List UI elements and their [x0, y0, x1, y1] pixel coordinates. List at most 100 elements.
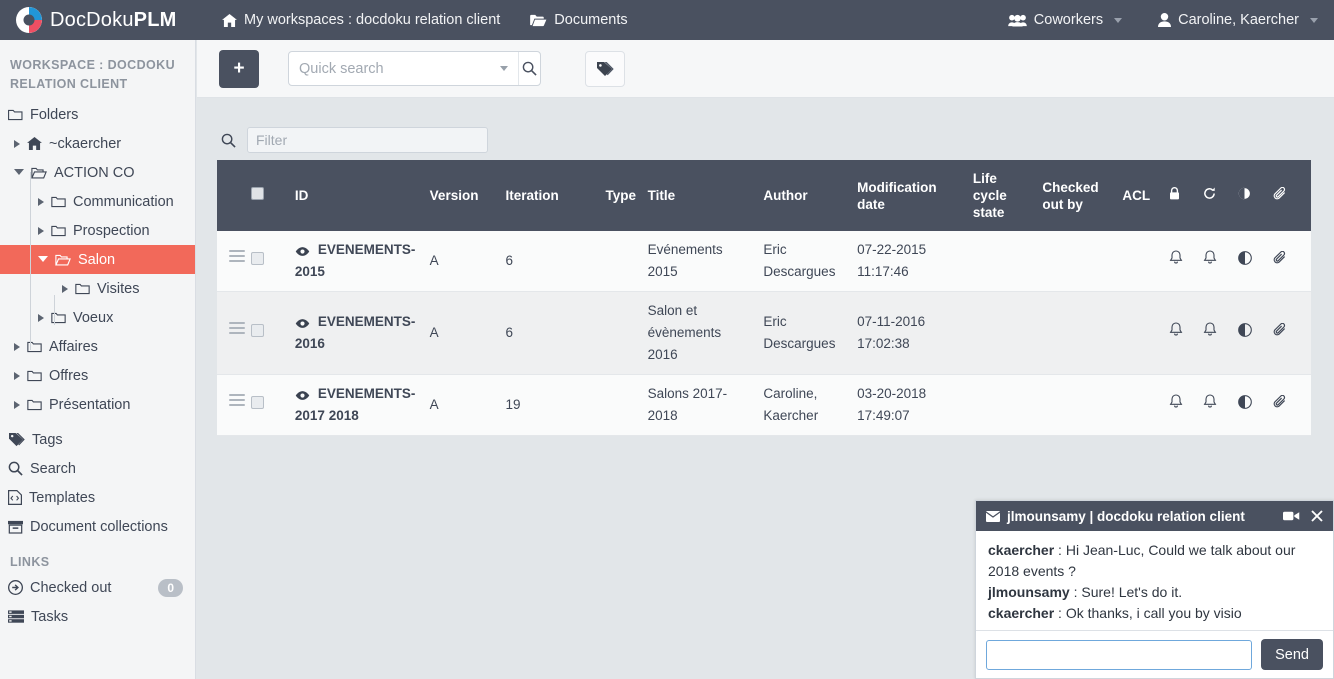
th-author[interactable]: Author	[763, 160, 858, 231]
globe-icon[interactable]	[1238, 323, 1253, 337]
paperclip-icon[interactable]	[1273, 323, 1287, 337]
cell-paperclip-action[interactable]	[1272, 374, 1311, 436]
th-acl[interactable]: ACL	[1122, 160, 1169, 231]
search-icon	[8, 461, 23, 476]
globe-icon[interactable]	[1238, 395, 1253, 409]
bell-icon[interactable]	[1169, 394, 1183, 409]
bell-icon[interactable]	[1169, 322, 1183, 337]
select-all-checkbox[interactable]	[250, 187, 264, 200]
th-id[interactable]: ID	[294, 160, 430, 231]
nav-coworkers[interactable]: Coworkers	[1008, 12, 1123, 28]
bell-icon[interactable]	[1203, 250, 1217, 265]
chat-message-list: ckaercher : Hi Jean-Luc, Could we talk a…	[976, 531, 1333, 630]
sidebar-folder-pr-sentation[interactable]: Présentation	[0, 390, 195, 419]
row-drag-handle[interactable]	[217, 231, 251, 292]
cell-id[interactable]: EVENEMENTS-2015	[294, 231, 430, 292]
cell-id[interactable]: EVENEMENTS-2017 2018	[294, 374, 430, 436]
table-row[interactable]: EVENEMENTS-2015 A 6 Evénements 2015 Eric Des…	[217, 231, 1311, 292]
chevron-right-icon[interactable]	[14, 371, 20, 380]
row-drag-handle[interactable]	[217, 291, 251, 375]
nav-user-menu[interactable]: Caroline, Kaercher	[1158, 12, 1318, 28]
sidebar-item-document-collections[interactable]: Document collections	[0, 512, 195, 541]
sidebar-folder-ckaercher[interactable]: ~ckaercher	[0, 129, 195, 158]
drag-handle-icon[interactable]	[229, 394, 245, 409]
sidebar-item-search[interactable]: Search	[0, 454, 195, 483]
filter-input[interactable]	[247, 127, 488, 153]
chevron-down-icon[interactable]	[38, 255, 48, 262]
row-drag-handle[interactable]	[217, 374, 251, 436]
th-checked-out-by[interactable]: Checked out by	[1042, 160, 1123, 231]
close-icon[interactable]	[1311, 510, 1323, 522]
sidebar-folder-offres[interactable]: Offres	[0, 361, 195, 390]
documents-table-body: EVENEMENTS-2015 A 6 Evénements 2015 Eric Des…	[217, 231, 1311, 436]
chevron-right-icon[interactable]	[38, 197, 44, 206]
sidebar-item-tags[interactable]: Tags	[0, 425, 195, 454]
row-checkbox[interactable]	[250, 396, 264, 409]
th-shared[interactable]	[1238, 160, 1273, 231]
nav-user-label: Caroline, Kaercher	[1178, 12, 1299, 28]
sidebar-item-label: Tags	[32, 431, 63, 448]
drag-handle-icon[interactable]	[229, 250, 245, 265]
table-row[interactable]: EVENEMENTS-2017 2018 A 19 Salons 2017-2018 C…	[217, 374, 1311, 436]
add-document-button[interactable]: +	[219, 49, 259, 88]
sidebar-link-tasks[interactable]: Tasks	[0, 602, 195, 631]
table-row[interactable]: EVENEMENTS-2016 A 6 Salon et évènements 201…	[217, 291, 1311, 375]
chevron-right-icon[interactable]	[14, 139, 20, 148]
cell-globe-action[interactable]	[1238, 374, 1273, 436]
row-checkbox[interactable]	[250, 252, 264, 265]
th-version[interactable]: Version	[429, 160, 506, 231]
video-camera-icon[interactable]	[1283, 510, 1300, 522]
cell-paperclip-action[interactable]	[1272, 231, 1311, 292]
bell-icon[interactable]	[1169, 250, 1183, 265]
cell-bell-action[interactable]	[1203, 231, 1239, 292]
th-title[interactable]: Title	[647, 160, 764, 231]
cell-bell-action[interactable]	[1168, 291, 1204, 375]
th-iteration[interactable]: Iteration	[505, 160, 606, 231]
table-header-row: ID Version Iteration Type Title Author M…	[217, 160, 1311, 231]
paperclip-icon[interactable]	[1273, 395, 1287, 409]
sidebar-item-folders-label: Folders	[30, 106, 79, 123]
chevron-right-icon[interactable]	[62, 284, 68, 293]
cell-id[interactable]: EVENEMENTS-2016	[294, 291, 430, 375]
sidebar-item-templates[interactable]: Templates	[0, 483, 195, 512]
quick-search-input[interactable]	[289, 52, 496, 85]
nav-documents[interactable]: Documents	[530, 12, 628, 28]
chevron-right-icon[interactable]	[38, 226, 44, 235]
chevron-right-icon[interactable]	[14, 342, 20, 351]
cell-bell-action[interactable]	[1203, 374, 1239, 436]
tags-filter-button[interactable]	[585, 50, 625, 87]
th-iteration-refresh[interactable]	[1203, 160, 1239, 231]
tree-guide-line	[54, 295, 55, 325]
th-modification-date[interactable]: Modification date	[857, 160, 973, 231]
th-life-cycle-state[interactable]: Life cycle state	[972, 160, 1043, 231]
docdoku-logo-icon	[16, 7, 42, 33]
sidebar-link-checked-out[interactable]: Checked out 0	[0, 573, 195, 602]
sidebar-item-folders[interactable]: Folders	[0, 100, 195, 129]
quick-search-submit-button[interactable]	[518, 52, 540, 85]
nav-my-workspaces[interactable]: My workspaces : docdoku relation client	[222, 12, 500, 28]
chevron-right-icon[interactable]	[38, 313, 44, 322]
globe-icon[interactable]	[1238, 251, 1253, 265]
row-checkbox[interactable]	[250, 324, 264, 337]
bell-icon[interactable]	[1203, 394, 1217, 409]
chat-message: ckaercher : Ok thanks, i call you by vis…	[988, 603, 1321, 624]
chat-message-input[interactable]	[986, 639, 1253, 670]
cell-globe-action[interactable]	[1238, 291, 1273, 375]
quick-search-dropdown-toggle[interactable]	[496, 52, 518, 85]
th-attachments[interactable]	[1272, 160, 1311, 231]
drag-handle-icon[interactable]	[229, 322, 245, 337]
bell-icon[interactable]	[1203, 322, 1217, 337]
cell-bell-action[interactable]	[1168, 231, 1204, 292]
cell-paperclip-action[interactable]	[1272, 291, 1311, 375]
cell-modification-date: 03-20-2018 17:49:07	[857, 374, 973, 436]
chat-send-button[interactable]: Send	[1261, 639, 1323, 670]
cell-bell-action[interactable]	[1203, 291, 1239, 375]
paperclip-icon[interactable]	[1273, 251, 1287, 265]
th-type[interactable]: Type	[605, 160, 648, 231]
brand-logo[interactable]: DocDokuPLM	[0, 7, 196, 33]
chevron-down-icon[interactable]	[14, 168, 24, 175]
cell-globe-action[interactable]	[1238, 231, 1273, 292]
th-lock[interactable]	[1168, 160, 1204, 231]
chevron-right-icon[interactable]	[14, 400, 20, 409]
cell-bell-action[interactable]	[1168, 374, 1204, 436]
